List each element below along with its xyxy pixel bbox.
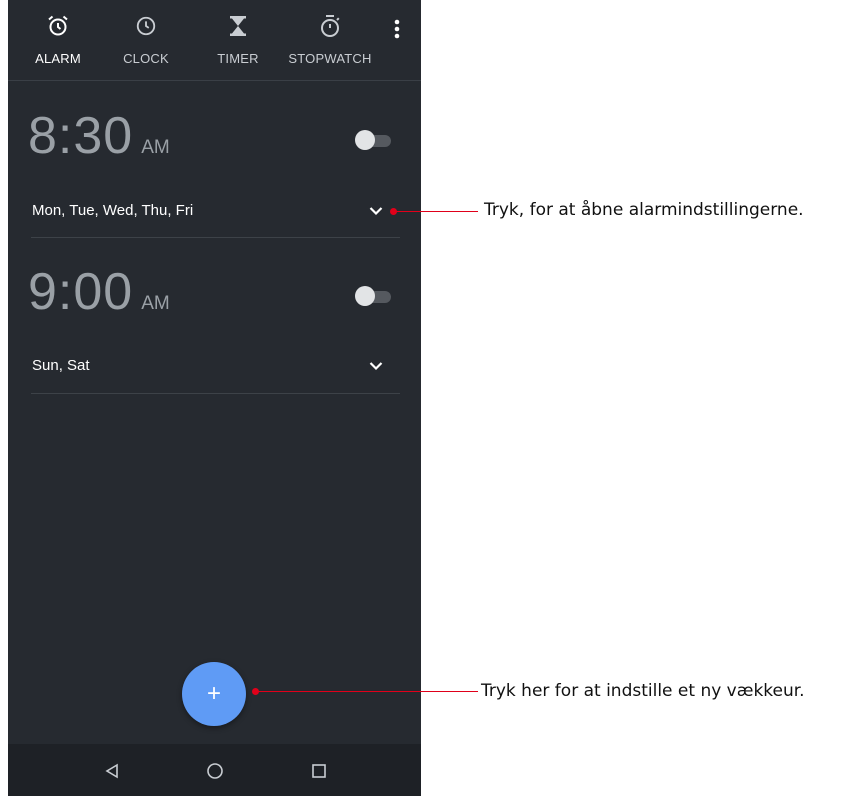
toggle-knob bbox=[355, 286, 375, 306]
alarm-time-value: 9:00 bbox=[28, 263, 134, 321]
alarm-days: Sun, Sat bbox=[32, 357, 90, 374]
plus-icon: + bbox=[206, 680, 221, 707]
alarm-toggle[interactable] bbox=[355, 284, 393, 308]
alarm-time[interactable]: 9:00 AM bbox=[28, 262, 170, 322]
tab-label: STOPWATCH bbox=[288, 51, 372, 66]
clock-icon bbox=[135, 13, 157, 39]
tab-label: CLOCK bbox=[123, 51, 169, 66]
alarm-ampm: AM bbox=[141, 293, 170, 314]
alarm-days: Mon, Tue, Wed, Thu, Fri bbox=[32, 202, 194, 219]
home-icon[interactable] bbox=[204, 760, 226, 782]
recents-icon[interactable] bbox=[308, 760, 330, 782]
callout-line bbox=[394, 211, 478, 212]
tab-label: TIMER bbox=[217, 51, 259, 66]
stopwatch-icon bbox=[319, 13, 341, 39]
tab-alarm[interactable]: ALARM bbox=[20, 0, 96, 80]
alarm-time[interactable]: 8:30 AM bbox=[28, 106, 170, 166]
callout-line bbox=[256, 691, 478, 692]
alarm-ampm: AM bbox=[141, 137, 170, 158]
chevron-down-icon[interactable] bbox=[366, 356, 386, 376]
tab-timer[interactable]: TIMER bbox=[208, 0, 268, 80]
divider bbox=[31, 237, 400, 238]
add-alarm-button[interactable]: + bbox=[182, 662, 246, 726]
phone-screen: ALARM CLOCK TIMER STOPWATCH 8:30 AM Mon,… bbox=[8, 0, 421, 796]
chevron-down-icon[interactable] bbox=[366, 201, 386, 221]
navigation-bar bbox=[8, 744, 421, 796]
callout-add-text: Tryk her for at indstille et ny vækkeur. bbox=[481, 681, 805, 701]
tab-clock[interactable]: CLOCK bbox=[112, 0, 180, 80]
tab-bar: ALARM CLOCK TIMER STOPWATCH bbox=[8, 0, 421, 81]
tab-label: ALARM bbox=[35, 51, 81, 66]
alarm-clock-icon bbox=[46, 13, 70, 39]
hourglass-icon bbox=[228, 13, 248, 39]
divider bbox=[31, 393, 400, 394]
tab-stopwatch[interactable]: STOPWATCH bbox=[284, 0, 376, 80]
back-icon[interactable] bbox=[101, 760, 123, 782]
toggle-knob bbox=[355, 130, 375, 150]
alarm-toggle[interactable] bbox=[355, 128, 393, 152]
more-options-icon[interactable] bbox=[389, 18, 405, 44]
callout-expand-text: Tryk, for at åbne alarmindstillingerne. bbox=[484, 200, 804, 220]
alarm-time-value: 8:30 bbox=[28, 107, 134, 165]
